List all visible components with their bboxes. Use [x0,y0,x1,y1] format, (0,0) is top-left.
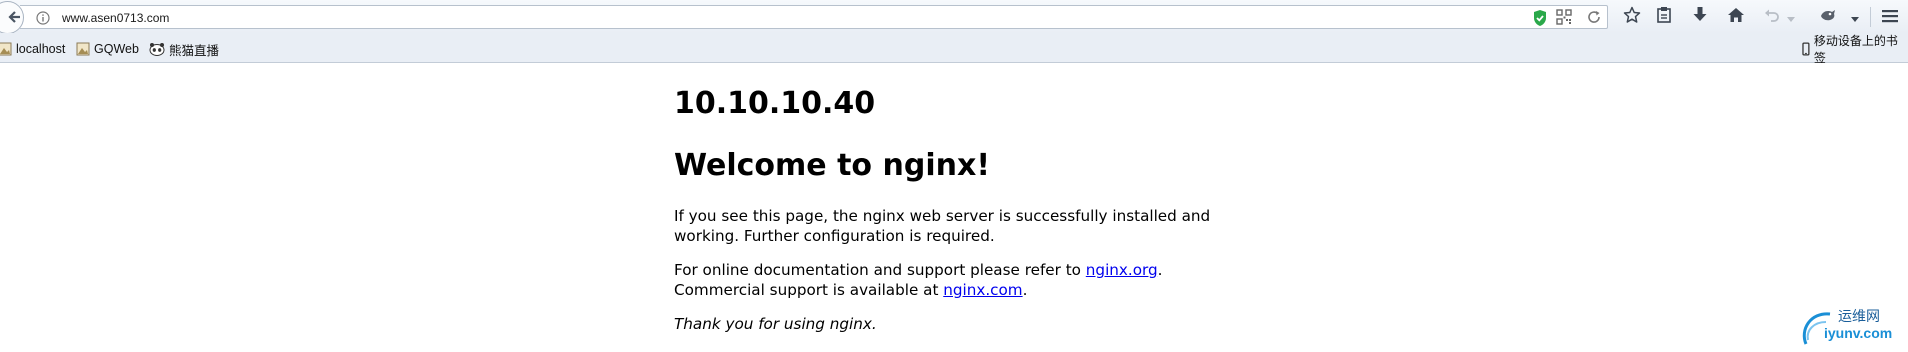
thank-you-text: Thank you for using nginx. [674,315,877,333]
nginx-com-link[interactable]: nginx.com [943,281,1022,299]
info-icon[interactable] [36,10,50,29]
undo-dropdown[interactable] [1784,5,1798,29]
intro-line-1: If you see this page, the nginx web serv… [674,207,1211,225]
chevron-down-icon [1787,8,1795,27]
toolbar-separator [1870,7,1871,27]
commercial-punct: . [1022,280,1028,299]
chevron-down-icon [1851,8,1859,27]
support-punct: . [1157,261,1163,279]
bookmark-label: localhost [16,42,66,56]
mobile-bookmarks[interactable]: 移动设备上的书签 [1802,34,1908,65]
support-paragraph: For online documentation and support ple… [674,261,1162,300]
home-icon [1727,7,1745,27]
intro-paragraph: If you see this page, the nginx web serv… [674,207,1210,246]
commercial-text: Commercial support is available at [674,280,944,299]
undo-button[interactable] [1760,5,1784,29]
mobile-bookmarks-label: 移动设备上的书签 [1813,34,1898,65]
hamburger-menu-icon [1882,8,1898,27]
bookmark-star-button[interactable] [1620,5,1644,29]
bookmark-label: GQWeb [94,42,139,56]
watermark-cn: 运维网 [1838,309,1880,325]
url-text[interactable]: www.asen0713.com [62,11,169,25]
home-button[interactable] [1724,5,1748,29]
menu-button[interactable] [1878,5,1902,29]
support-text: For online documentation and support ple… [674,261,1086,279]
image-bookmark-icon [0,42,12,56]
bookmark-localhost[interactable]: localhost [0,41,65,57]
download-arrow-icon [1692,6,1708,28]
url-bar[interactable]: www.asen0713.com [20,5,1608,29]
panda-icon [149,43,165,56]
clipboard-icon [1656,6,1672,28]
nginx-org-link[interactable]: nginx.org [1086,261,1158,279]
page-title: Welcome to nginx! [674,148,990,183]
bookmark-panda[interactable]: 熊猫直播 [149,41,220,58]
extension-icon [1819,7,1837,27]
watermark-site: iyunv.com [1824,325,1893,341]
intro-line-2: working. Further configuration is requir… [674,226,995,245]
bookmark-label: 熊猫直播 [169,43,220,58]
library-button[interactable] [1652,5,1676,29]
bookmarks-toolbar: localhost GQWeb 熊猫直播 移动设备上的书签 [0,33,1908,65]
reload-icon[interactable] [1586,9,1602,29]
undo-icon [1764,7,1780,27]
shield-check-icon[interactable] [1532,9,1548,31]
image-bookmark-icon [76,42,90,56]
star-icon [1623,6,1641,28]
watermark-logo: 运维网 iyunv.com [1800,300,1908,348]
navigation-toolbar: www.asen0713.com [0,0,1908,34]
back-arrow-icon [7,9,22,28]
bookmark-gqweb[interactable]: GQWeb [76,41,139,57]
ip-heading: 10.10.10.40 [674,86,876,121]
qr-code-icon[interactable] [1556,9,1572,29]
extension-button[interactable] [1816,5,1840,29]
extension-dropdown[interactable] [1848,5,1862,29]
downloads-button[interactable] [1688,5,1712,29]
mobile-phone-icon [1802,42,1810,56]
